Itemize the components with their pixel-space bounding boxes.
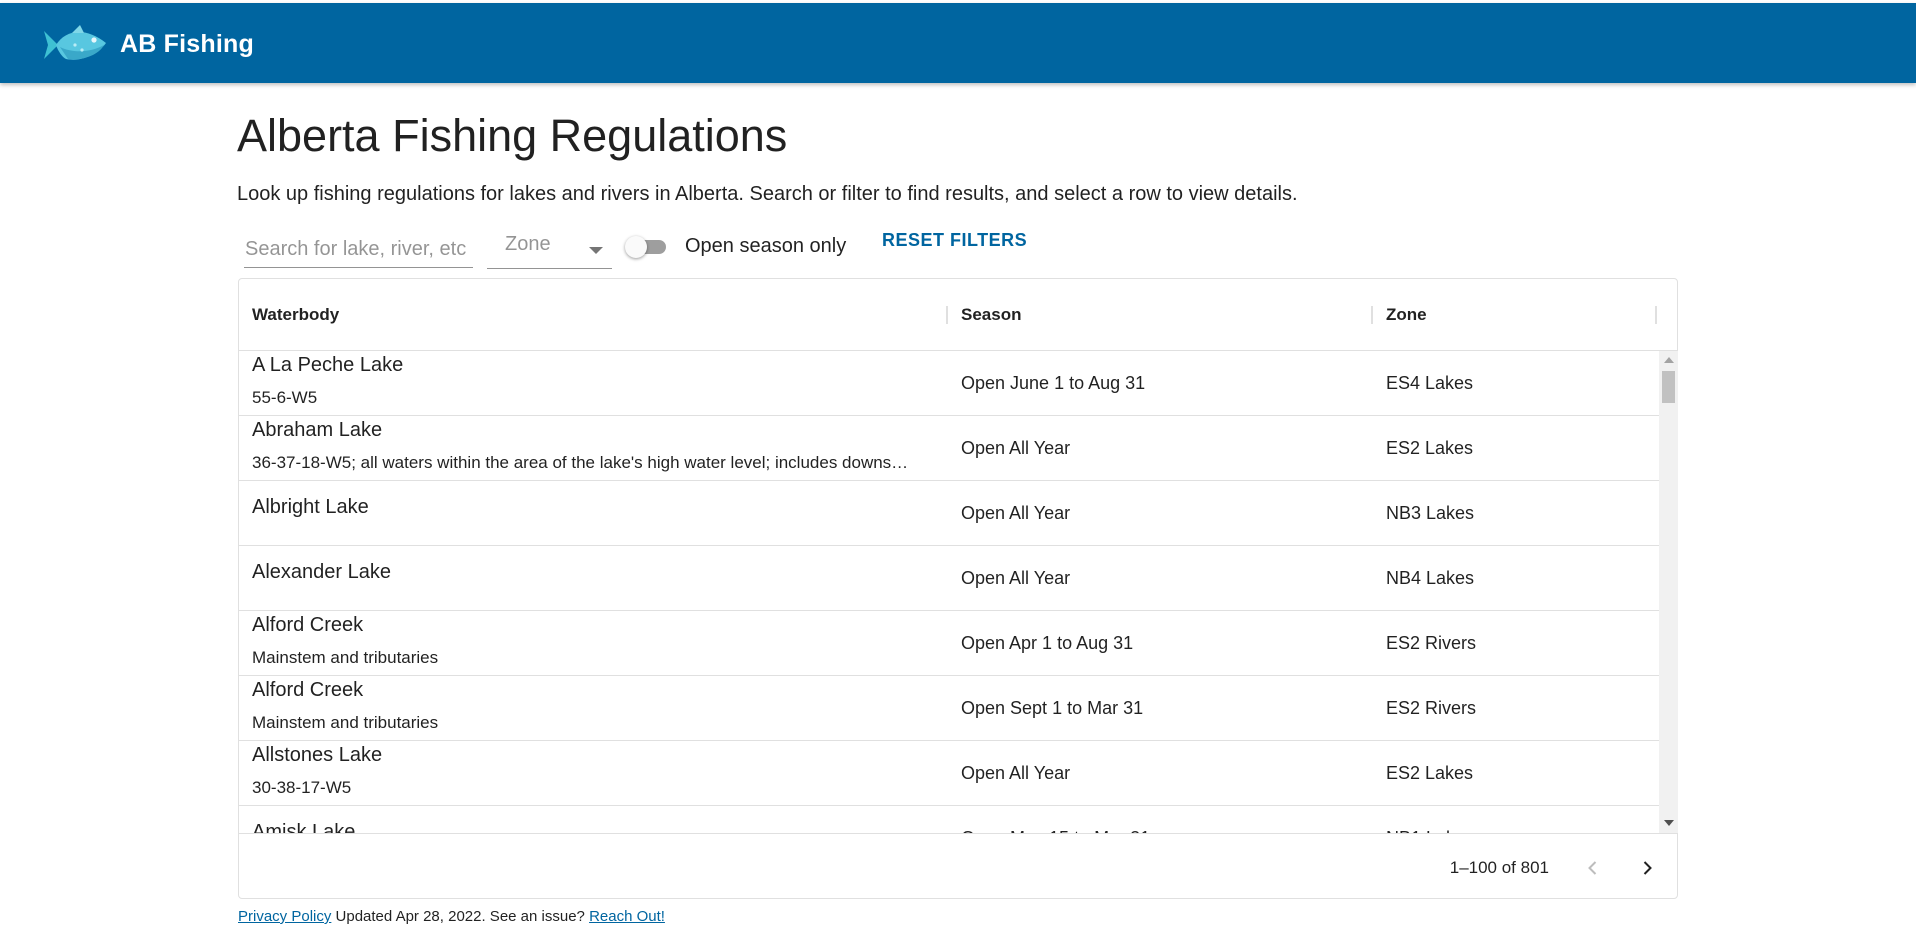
table-body: A La Peche Lake 55-6-W5 Open June 1 to A… — [239, 351, 1659, 833]
column-header-season[interactable]: Season — [948, 279, 1021, 351]
zone-cell: ES4 Lakes — [1386, 373, 1474, 393]
zone-cell: NB3 Lakes — [1386, 503, 1475, 523]
table-row[interactable]: Allstones Lake 30-38-17-W5 Open All Year… — [239, 741, 1659, 806]
season-cell: Open All Year — [961, 763, 1071, 783]
table-footer: 1–100 of 801 — [239, 833, 1677, 899]
waterbody-detail: Mainstem and tributaries — [252, 713, 439, 732]
reach-out-link[interactable]: Reach Out! — [589, 908, 665, 925]
waterbody-cell: Alford Creek Mainstem and tributaries — [252, 676, 942, 740]
waterbody-detail: 36-37-18-W5; all waters within the area … — [252, 453, 909, 472]
table-row[interactable]: Alexander Lake Open All Year NB4 Lakes — [239, 546, 1659, 611]
column-header-waterbody[interactable]: Waterbody — [239, 279, 339, 351]
previous-page-button[interactable] — [1575, 850, 1611, 886]
scroll-up-arrow-icon[interactable] — [1664, 357, 1674, 363]
table-row[interactable]: Albright Lake Open All Year NB3 Lakes — [239, 481, 1659, 546]
open-season-label[interactable]: Open season only — [685, 235, 846, 258]
table-row[interactable]: Alford Creek Mainstem and tributaries Op… — [239, 676, 1659, 741]
zone-cell: ES2 Lakes — [1386, 438, 1474, 458]
waterbody-name: Alford Creek — [252, 679, 364, 701]
waterbody-detail: 30-38-17-W5 — [252, 778, 352, 797]
page-footer: Privacy Policy Updated Apr 28, 2022. See… — [238, 908, 665, 925]
waterbody-name: Abraham Lake — [252, 419, 383, 441]
waterbody-name: A La Peche Lake — [252, 354, 404, 376]
table-row[interactable]: Alford Creek Mainstem and tributaries Op… — [239, 611, 1659, 676]
zone-select-label: Zone — [505, 233, 551, 255]
zone-cell: NB1 Lakes — [1386, 806, 1474, 833]
waterbody-cell: Alford Creek Mainstem and tributaries — [252, 611, 942, 675]
waterbody-cell: Allstones Lake 30-38-17-W5 — [252, 741, 942, 805]
waterbody-cell: A La Peche Lake 55-6-W5 — [252, 351, 942, 415]
search-field — [244, 228, 473, 268]
waterbody-name: Albright Lake — [252, 496, 369, 518]
season-cell: Open May 15 to Mar 31 — [961, 806, 1150, 833]
table-scrollbar[interactable] — [1659, 351, 1678, 833]
season-cell: Open All Year — [961, 438, 1071, 458]
zone-cell: ES2 Rivers — [1386, 633, 1477, 653]
privacy-policy-link[interactable]: Privacy Policy — [238, 908, 331, 925]
zone-cell: ES2 Lakes — [1386, 763, 1474, 783]
toggle-thumb — [625, 236, 647, 258]
zone-cell: ES2 Rivers — [1386, 698, 1477, 718]
waterbody-cell: Abraham Lake 36-37-18-W5; all waters wit… — [252, 416, 942, 480]
open-season-toggle[interactable] — [623, 233, 671, 261]
waterbody-name: Alford Creek — [252, 614, 364, 636]
app-name[interactable]: AB Fishing — [120, 30, 254, 59]
page-title: Alberta Fishing Regulations — [237, 110, 788, 161]
waterbody-name: Amisk Lake — [252, 821, 356, 833]
season-cell: Open All Year — [961, 568, 1071, 588]
waterbody-name: Allstones Lake — [252, 744, 383, 766]
table-row[interactable]: A La Peche Lake 55-6-W5 Open June 1 to A… — [239, 351, 1659, 416]
column-separator[interactable] — [1655, 306, 1657, 324]
app-bar: AB Fishing — [0, 3, 1916, 83]
chevron-right-icon — [1643, 861, 1652, 875]
waterbody-cell: Amisk Lake — [252, 806, 942, 833]
waterbody-detail: 55-6-W5 — [252, 388, 318, 407]
season-cell: Open June 1 to Aug 31 — [961, 373, 1146, 393]
zone-select[interactable]: Zone — [487, 226, 612, 269]
waterbody-name: Alexander Lake — [252, 561, 391, 583]
fish-logo-icon — [44, 25, 106, 60]
regulations-table: Waterbody Season Zone A La Peche Lake 55… — [238, 278, 1678, 899]
reset-filters-button[interactable]: RESET FILTERS — [872, 224, 1037, 260]
season-cell: Open Apr 1 to Aug 31 — [961, 633, 1134, 653]
next-page-button[interactable] — [1629, 850, 1665, 886]
waterbody-cell: Alexander Lake — [252, 546, 942, 610]
waterbody-cell: Albright Lake — [252, 481, 942, 545]
pagination-info: 1–100 of 801 — [1449, 858, 1549, 877]
table-row[interactable]: Amisk Lake Open May 15 to Mar 31 NB1 Lak… — [239, 806, 1659, 833]
scroll-down-arrow-icon[interactable] — [1664, 820, 1674, 826]
caret-down-icon — [589, 247, 603, 254]
waterbody-detail: Mainstem and tributaries — [252, 648, 439, 667]
column-header-zone[interactable]: Zone — [1373, 279, 1427, 351]
updated-text: Updated Apr 28, 2022. See an issue? — [331, 908, 590, 925]
page-intro: Look up fishing regulations for lakes an… — [237, 183, 1298, 205]
season-cell: Open All Year — [961, 503, 1071, 523]
scrollbar-thumb[interactable] — [1662, 371, 1675, 403]
table-header: Waterbody Season Zone — [239, 279, 1677, 351]
table-row[interactable]: Abraham Lake 36-37-18-W5; all waters wit… — [239, 416, 1659, 481]
chevron-left-icon — [1588, 861, 1597, 875]
zone-cell: NB4 Lakes — [1386, 568, 1475, 588]
season-cell: Open Sept 1 to Mar 31 — [961, 698, 1144, 718]
search-input[interactable] — [244, 228, 473, 267]
